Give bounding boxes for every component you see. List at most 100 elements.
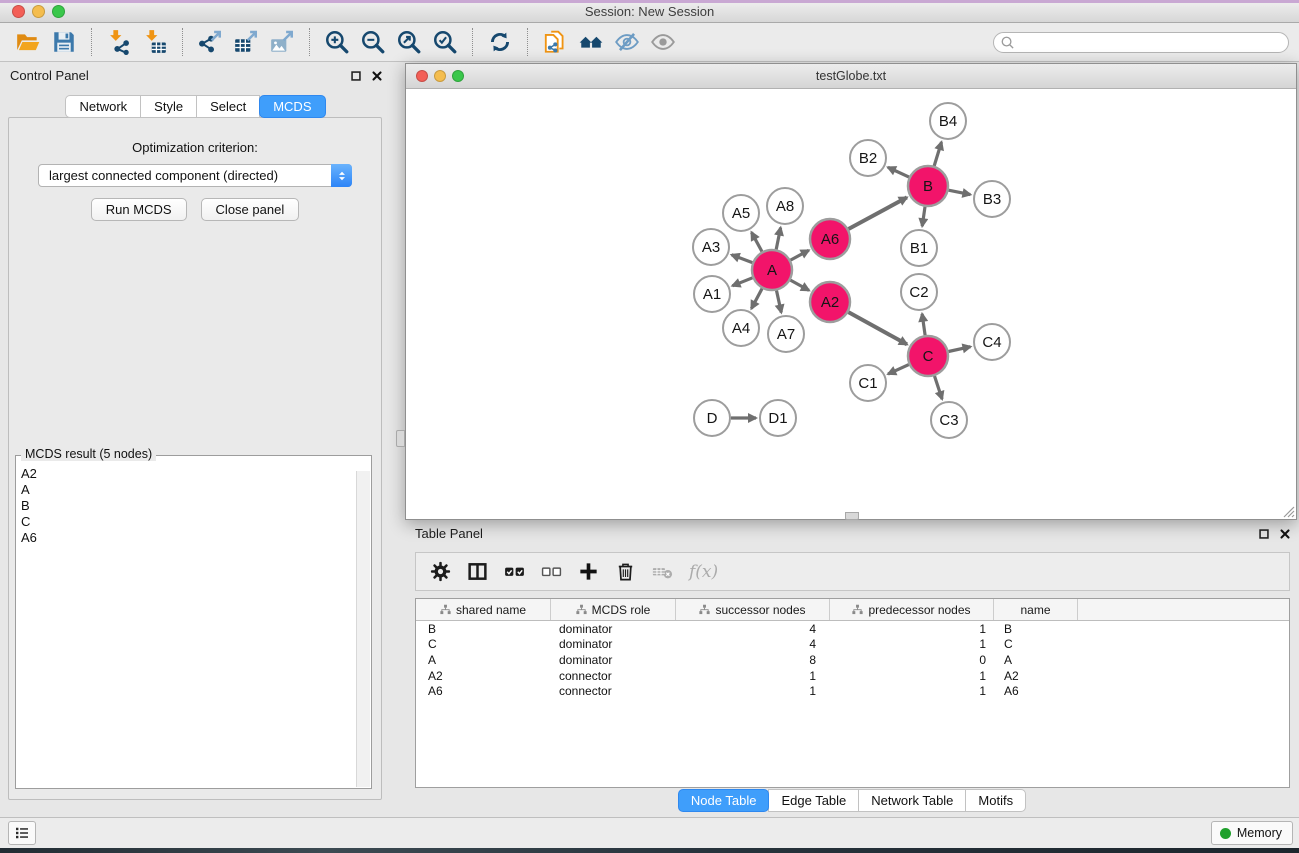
edge-A-A6[interactable] (791, 250, 809, 260)
node-A3[interactable]: A3 (693, 229, 729, 265)
node-A4[interactable]: A4 (723, 310, 759, 346)
tab-mcds[interactable]: MCDS (259, 95, 325, 118)
close-panel-button[interactable]: Close panel (201, 198, 300, 221)
show-graphics-button[interactable] (645, 26, 681, 58)
cell-MCDS-role[interactable]: connector (551, 684, 676, 698)
tab-network-table[interactable]: Network Table (858, 789, 966, 812)
node-B4[interactable]: B4 (930, 103, 966, 139)
column-header-name[interactable]: name (994, 599, 1078, 620)
edge-A-A5[interactable] (752, 232, 763, 251)
table-row[interactable]: A2connector11A2 (416, 668, 1289, 684)
node-C2[interactable]: C2 (901, 274, 937, 310)
node-C1[interactable]: C1 (850, 365, 886, 401)
edge-B-B2[interactable] (888, 167, 909, 177)
panel-divider-grip[interactable] (396, 430, 405, 447)
tab-edge-table[interactable]: Edge Table (768, 789, 859, 812)
cell-MCDS-role[interactable]: dominator (551, 653, 676, 667)
node-A8[interactable]: A8 (767, 188, 803, 224)
result-item[interactable]: B (21, 498, 353, 514)
edge-A-A7[interactable] (777, 291, 782, 313)
tab-select[interactable]: Select (196, 95, 260, 118)
close-panel-icon[interactable] (1277, 526, 1292, 541)
hide-graphics-button[interactable] (609, 26, 645, 58)
import-table-button[interactable] (137, 26, 173, 58)
panel-divider-grip[interactable] (845, 512, 859, 520)
node-B[interactable]: B (908, 166, 948, 206)
result-item[interactable]: A2 (21, 466, 353, 482)
column-header-MCDS-role[interactable]: MCDS role (551, 599, 676, 620)
edge-C-C1[interactable] (888, 365, 909, 374)
node-A[interactable]: A (752, 250, 792, 290)
export-image-button[interactable] (264, 26, 300, 58)
edge-B-B1[interactable] (922, 207, 925, 226)
cell-shared-name[interactable]: C (416, 637, 551, 651)
cell-successor-nodes[interactable]: 8 (676, 653, 830, 667)
cell-successor-nodes[interactable]: 1 (676, 684, 830, 698)
node-A7[interactable]: A7 (768, 316, 804, 352)
edge-A-A2[interactable] (790, 280, 809, 290)
edge-C-C3[interactable] (935, 376, 943, 399)
cell-successor-nodes[interactable]: 1 (676, 669, 830, 683)
node-A1[interactable]: A1 (694, 276, 730, 312)
select-all-columns-button[interactable] (498, 557, 530, 587)
cell-predecessor-nodes[interactable]: 1 (830, 637, 994, 651)
memory-button[interactable]: Memory (1211, 821, 1293, 845)
unselect-all-columns-button[interactable] (535, 557, 567, 587)
cell-shared-name[interactable]: A6 (416, 684, 551, 698)
cell-successor-nodes[interactable]: 4 (676, 637, 830, 651)
cell-MCDS-role[interactable]: dominator (551, 637, 676, 651)
resize-grip-icon[interactable] (1281, 504, 1295, 518)
export-network-button[interactable] (192, 26, 228, 58)
cell-shared-name[interactable]: B (416, 622, 551, 636)
zoom-out-button[interactable] (355, 26, 391, 58)
table-row[interactable]: Adominator80A (416, 652, 1289, 668)
result-scrollbar[interactable] (356, 471, 370, 787)
tab-style[interactable]: Style (140, 95, 197, 118)
node-C4[interactable]: C4 (974, 324, 1010, 360)
node-B2[interactable]: B2 (850, 140, 886, 176)
tab-network[interactable]: Network (65, 95, 141, 118)
cell-successor-nodes[interactable]: 4 (676, 622, 830, 636)
node-D[interactable]: D (694, 400, 730, 436)
cell-name[interactable]: A6 (994, 684, 1078, 698)
table-row[interactable]: Cdominator41C (416, 637, 1289, 653)
column-header-shared-name[interactable]: shared name (416, 599, 551, 620)
node-D1[interactable]: D1 (760, 400, 796, 436)
export-table-button[interactable] (228, 26, 264, 58)
zoom-in-button[interactable] (319, 26, 355, 58)
cell-shared-name[interactable]: A (416, 653, 551, 667)
node-A5[interactable]: A5 (723, 195, 759, 231)
node-A2[interactable]: A2 (810, 282, 850, 322)
close-panel-icon[interactable] (369, 68, 384, 83)
node-B3[interactable]: B3 (974, 181, 1010, 217)
save-session-button[interactable] (46, 26, 82, 58)
cell-predecessor-nodes[interactable]: 0 (830, 653, 994, 667)
import-network-button[interactable] (101, 26, 137, 58)
edge-C-C4[interactable] (949, 347, 971, 352)
show-columns-button[interactable] (461, 557, 493, 587)
edge-A-A4[interactable] (751, 289, 762, 309)
edge-B-B4[interactable] (934, 142, 941, 166)
float-panel-icon[interactable] (1256, 526, 1271, 541)
cell-name[interactable]: C (994, 637, 1078, 651)
table-row[interactable]: Bdominator41B (416, 621, 1289, 637)
node-A6[interactable]: A6 (810, 219, 850, 259)
cell-MCDS-role[interactable]: connector (551, 669, 676, 683)
run-mcds-button[interactable]: Run MCDS (91, 198, 187, 221)
float-panel-icon[interactable] (348, 68, 363, 83)
result-item[interactable]: A6 (21, 530, 353, 546)
open-session-button[interactable] (10, 26, 46, 58)
network-canvas[interactable]: B4B2BB3A8A5A6A3B1AC2A1A2A4A7C4CC1C3DD1 (406, 89, 1296, 519)
table-options-button[interactable] (424, 557, 456, 587)
criterion-dropdown[interactable]: largest connected component (directed) (38, 164, 352, 187)
cell-shared-name[interactable]: A2 (416, 669, 551, 683)
cell-name[interactable]: A (994, 653, 1078, 667)
tab-motifs[interactable]: Motifs (965, 789, 1026, 812)
cell-predecessor-nodes[interactable]: 1 (830, 669, 994, 683)
zoom-fit-button[interactable] (391, 26, 427, 58)
edge-A6-B[interactable] (849, 197, 907, 229)
network-window-titlebar[interactable]: testGlobe.txt (406, 64, 1296, 89)
node-C3[interactable]: C3 (931, 402, 967, 438)
cell-name[interactable]: A2 (994, 669, 1078, 683)
edge-A-A3[interactable] (732, 255, 753, 263)
